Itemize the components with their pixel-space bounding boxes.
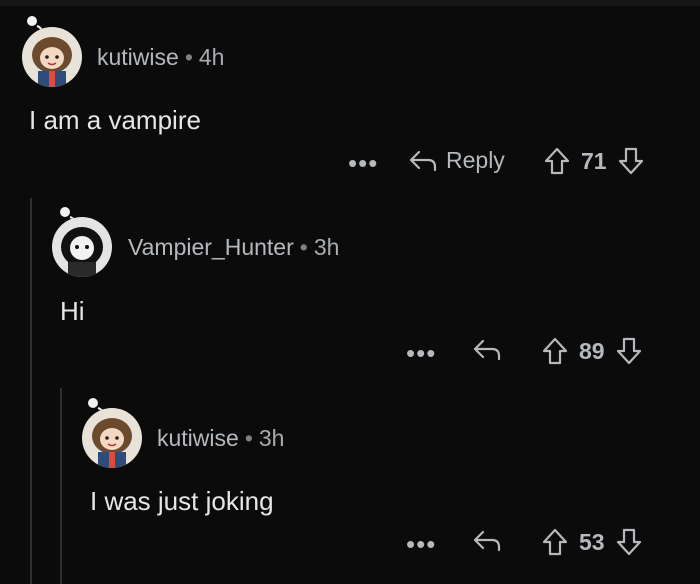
comment-timestamp: 4h <box>198 44 225 70</box>
reply-button[interactable]: Reply <box>408 147 505 174</box>
reply-button[interactable] <box>472 337 502 363</box>
comment-body: I was just joking <box>90 486 274 516</box>
comment-timestamp: 3h <box>313 234 340 260</box>
meta-separator: • <box>299 234 308 260</box>
username-link[interactable]: kutiwise <box>157 425 239 451</box>
reply-button[interactable] <box>472 528 502 554</box>
username-link[interactable]: Vampier_Hunter <box>128 234 294 260</box>
vote-score: 53 <box>579 528 605 555</box>
comment-body: Hi <box>60 296 85 326</box>
comment-timestamp: 3h <box>258 425 285 451</box>
more-options-button[interactable]: ••• <box>406 531 436 557</box>
comment-meta: kutiwise • 4h <box>97 44 224 71</box>
reply-arrow-icon <box>472 528 502 554</box>
meta-separator: • <box>244 425 253 451</box>
downvote-arrow-icon[interactable] <box>617 146 645 176</box>
comment-body: I am a vampire <box>29 105 201 135</box>
reply-arrow-icon <box>408 148 438 174</box>
avatar-icon[interactable] <box>52 217 112 277</box>
thread-line-level-1[interactable] <box>30 198 32 584</box>
downvote-arrow-icon[interactable] <box>615 527 643 557</box>
avatar-icon[interactable] <box>82 408 142 468</box>
comment-meta: kutiwise • 3h <box>157 425 284 452</box>
username-link[interactable]: kutiwise <box>97 44 179 70</box>
vote-controls: 89 <box>541 336 643 366</box>
more-options-icon: ••• <box>406 338 437 368</box>
vote-score: 89 <box>579 337 605 364</box>
vote-controls: 53 <box>541 527 643 557</box>
reply-label: Reply <box>446 147 505 173</box>
upvote-arrow-icon[interactable] <box>541 336 569 366</box>
vote-score: 71 <box>581 147 607 174</box>
more-options-icon: ••• <box>406 529 437 559</box>
comment-meta: Vampier_Hunter • 3h <box>128 234 339 261</box>
top-divider <box>0 0 700 6</box>
downvote-arrow-icon[interactable] <box>615 336 643 366</box>
avatar-icon[interactable] <box>22 27 82 87</box>
reply-arrow-icon <box>472 337 502 363</box>
more-options-button[interactable]: ••• <box>406 340 436 366</box>
upvote-arrow-icon[interactable] <box>541 527 569 557</box>
vote-controls: 71 <box>543 146 645 176</box>
more-options-button[interactable]: ••• <box>348 150 378 176</box>
thread-line-level-2[interactable] <box>60 388 62 584</box>
meta-separator: • <box>184 44 193 70</box>
more-options-icon: ••• <box>348 148 379 178</box>
upvote-arrow-icon[interactable] <box>543 146 571 176</box>
